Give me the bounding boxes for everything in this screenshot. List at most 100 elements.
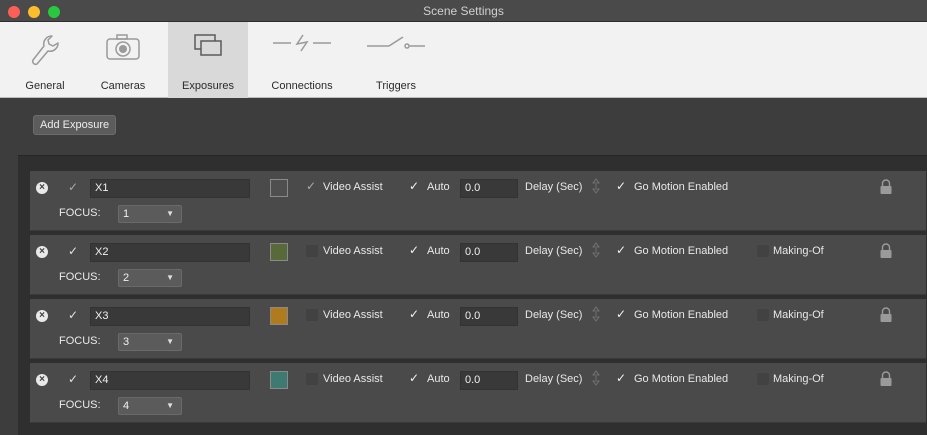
video-assist-label: Video Assist bbox=[323, 309, 383, 321]
making-of-label: Making-Of bbox=[773, 373, 824, 385]
focus-select[interactable]: 3 ▼ bbox=[118, 333, 182, 351]
making-of-label: Making-Of bbox=[773, 245, 824, 257]
exposures-icon bbox=[194, 34, 222, 56]
tab-exposures-label: Exposures bbox=[182, 80, 234, 92]
tab-cameras-label: Cameras bbox=[100, 80, 146, 92]
video-assist-checkbox[interactable] bbox=[306, 309, 318, 321]
delay-input[interactable]: 0.0 bbox=[460, 371, 518, 390]
chevron-down-icon: ▼ bbox=[166, 337, 174, 346]
auto-label: Auto bbox=[427, 373, 450, 385]
lock-icon[interactable] bbox=[879, 179, 893, 195]
go-motion-label: Go Motion Enabled bbox=[634, 245, 729, 257]
auto-checkbox[interactable]: ✓ bbox=[409, 307, 419, 321]
lock-icon[interactable] bbox=[879, 307, 893, 323]
title-bar: Scene Settings bbox=[0, 0, 927, 22]
delay-stepper-icon[interactable] bbox=[592, 306, 600, 322]
video-assist-checkbox[interactable] bbox=[306, 373, 318, 385]
switch-icon bbox=[367, 36, 425, 49]
remove-exposure-button[interactable]: × bbox=[36, 182, 48, 194]
exposure-name-input[interactable]: X4 bbox=[90, 371, 250, 390]
go-motion-label: Go Motion Enabled bbox=[634, 181, 729, 193]
window-title: Scene Settings bbox=[423, 4, 504, 18]
delay-stepper-icon[interactable] bbox=[592, 178, 600, 194]
go-motion-checkbox[interactable]: ✓ bbox=[616, 307, 626, 321]
tab-general[interactable]: General bbox=[5, 22, 85, 98]
video-assist-checkbox[interactable] bbox=[306, 245, 318, 257]
making-of-label: Making-Of bbox=[773, 309, 824, 321]
focus-select-value: 4 bbox=[123, 400, 130, 412]
exposure-color-swatch[interactable] bbox=[270, 179, 288, 197]
preferences-toolbar: General Cameras Exposures Connections Tr… bbox=[0, 22, 927, 98]
remove-exposure-button[interactable]: × bbox=[36, 310, 48, 322]
add-exposure-button[interactable]: Add Exposure bbox=[33, 115, 117, 135]
video-assist-label: Video Assist bbox=[323, 245, 383, 257]
auto-checkbox[interactable]: ✓ bbox=[409, 243, 419, 257]
focus-label: FOCUS: bbox=[59, 399, 101, 411]
auto-label: Auto bbox=[427, 309, 450, 321]
focus-select-value: 2 bbox=[123, 272, 130, 284]
making-of-checkbox[interactable] bbox=[757, 373, 769, 385]
go-motion-checkbox[interactable]: ✓ bbox=[616, 179, 626, 193]
video-assist-checkbox[interactable]: ✓ bbox=[306, 179, 316, 193]
remove-exposure-button[interactable]: × bbox=[36, 374, 48, 386]
delay-input[interactable]: 0.0 bbox=[460, 307, 518, 326]
remove-exposure-button[interactable]: × bbox=[36, 246, 48, 258]
exposure-row: × ✓ X1 FOCUS: 1 ▼ ✓ Video Assist ✓ Auto … bbox=[30, 171, 926, 231]
delay-label: Delay (Sec) bbox=[525, 309, 583, 321]
exposure-row: × ✓ X2 FOCUS: 2 ▼ Video Assist ✓ Auto 0.… bbox=[30, 235, 926, 295]
delay-label: Delay (Sec) bbox=[525, 373, 583, 385]
delay-stepper-icon[interactable] bbox=[592, 370, 600, 386]
exposure-enabled-checkbox[interactable]: ✓ bbox=[68, 244, 78, 258]
video-assist-label: Video Assist bbox=[323, 181, 383, 193]
chevron-down-icon: ▼ bbox=[166, 273, 174, 282]
delay-input[interactable]: 0.0 bbox=[460, 179, 518, 198]
delay-label: Delay (Sec) bbox=[525, 181, 583, 193]
go-motion-checkbox[interactable]: ✓ bbox=[616, 371, 626, 385]
auto-checkbox[interactable]: ✓ bbox=[409, 371, 419, 385]
tab-connections[interactable]: Connections bbox=[262, 22, 342, 98]
making-of-checkbox[interactable] bbox=[757, 309, 769, 321]
tab-general-label: General bbox=[25, 80, 65, 92]
lock-icon[interactable] bbox=[879, 371, 893, 387]
focus-select-value: 3 bbox=[123, 336, 130, 348]
exposures-panel: Add Exposure × ✓ X1 FOCUS: 1 ▼ ✓ Video A… bbox=[0, 98, 927, 435]
making-of-checkbox[interactable] bbox=[757, 245, 769, 257]
exposure-color-swatch[interactable] bbox=[270, 371, 288, 389]
delay-input[interactable]: 0.0 bbox=[460, 243, 518, 262]
auto-checkbox[interactable]: ✓ bbox=[409, 179, 419, 193]
focus-label: FOCUS: bbox=[59, 271, 101, 283]
exposure-enabled-checkbox[interactable]: ✓ bbox=[68, 180, 78, 194]
auto-label: Auto bbox=[427, 245, 450, 257]
exposure-enabled-checkbox[interactable]: ✓ bbox=[68, 372, 78, 386]
exposure-color-swatch[interactable] bbox=[270, 307, 288, 325]
camera-icon bbox=[106, 34, 140, 60]
tab-triggers[interactable]: Triggers bbox=[356, 22, 436, 98]
exposure-color-swatch[interactable] bbox=[270, 243, 288, 261]
go-motion-label: Go Motion Enabled bbox=[634, 309, 729, 321]
focus-select[interactable]: 2 ▼ bbox=[118, 269, 182, 287]
exposure-enabled-checkbox[interactable]: ✓ bbox=[68, 308, 78, 322]
exposure-name-input[interactable]: X2 bbox=[90, 243, 250, 262]
lock-icon[interactable] bbox=[879, 243, 893, 259]
lightning-icon bbox=[273, 34, 331, 52]
focus-select[interactable]: 4 ▼ bbox=[118, 397, 182, 415]
exposure-name-input[interactable]: X1 bbox=[90, 179, 250, 198]
tab-triggers-label: Triggers bbox=[376, 80, 416, 92]
tab-exposures[interactable]: Exposures bbox=[168, 22, 248, 98]
chevron-down-icon: ▼ bbox=[166, 401, 174, 410]
delay-label: Delay (Sec) bbox=[525, 245, 583, 257]
focus-label: FOCUS: bbox=[59, 207, 101, 219]
exposure-row: × ✓ X3 FOCUS: 3 ▼ Video Assist ✓ Auto 0.… bbox=[30, 299, 926, 359]
exposure-name-input[interactable]: X3 bbox=[90, 307, 250, 326]
exposure-list: × ✓ X1 FOCUS: 1 ▼ ✓ Video Assist ✓ Auto … bbox=[18, 155, 927, 435]
focus-select-value: 1 bbox=[123, 208, 130, 220]
video-assist-label: Video Assist bbox=[323, 373, 383, 385]
tab-cameras[interactable]: Cameras bbox=[83, 22, 163, 98]
auto-label: Auto bbox=[427, 181, 450, 193]
go-motion-label: Go Motion Enabled bbox=[634, 373, 729, 385]
focus-select[interactable]: 1 ▼ bbox=[118, 205, 182, 223]
chevron-down-icon: ▼ bbox=[166, 209, 174, 218]
focus-label: FOCUS: bbox=[59, 335, 101, 347]
delay-stepper-icon[interactable] bbox=[592, 242, 600, 258]
go-motion-checkbox[interactable]: ✓ bbox=[616, 243, 626, 257]
